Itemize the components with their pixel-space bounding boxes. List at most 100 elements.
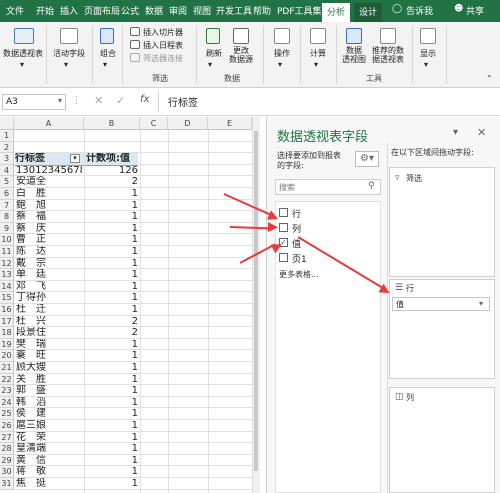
cell-b[interactable]: 1 <box>84 466 138 478</box>
share-button[interactable]: 共享 <box>466 4 484 17</box>
row-header[interactable]: 17 <box>0 315 14 328</box>
cell-b[interactable]: 1 <box>84 432 138 444</box>
field-search-input[interactable]: 搜索 ⚲ <box>275 179 381 195</box>
insert-function-button[interactable]: fx <box>140 94 149 105</box>
close-icon[interactable]: ✕ <box>477 126 486 139</box>
row-header[interactable]: 7 <box>0 199 14 212</box>
row-header[interactable]: 12 <box>0 257 14 270</box>
gear-icon[interactable]: ⚙▾ <box>355 151 379 167</box>
row-header[interactable]: 19 <box>0 338 14 351</box>
row-header[interactable]: 8 <box>0 211 14 223</box>
active-field-button[interactable]: 活动字段 <box>48 48 90 59</box>
row-header[interactable]: 28 <box>0 443 14 455</box>
pivot-table-button[interactable]: 数据透视表 <box>0 48 46 59</box>
recommended-pivot-button[interactable]: 推荐的数 据透视表 <box>368 46 408 64</box>
row-header[interactable]: 15 <box>0 292 14 304</box>
tab-page-layout[interactable]: 页面布局 <box>84 4 120 17</box>
cell-b[interactable]: 1 <box>84 211 138 223</box>
cell-a[interactable]: 段景住 <box>16 327 82 339</box>
row-header[interactable]: 11 <box>0 246 14 258</box>
enter-icon[interactable]: ✓ <box>116 94 125 107</box>
cell-b[interactable]: 1 <box>84 397 138 409</box>
cell-b[interactable]: 2 <box>84 316 138 328</box>
cell-a[interactable]: 黄 信 <box>16 455 82 467</box>
calculations-button[interactable]: 计算 <box>304 48 332 59</box>
cell-b[interactable]: 1 <box>84 200 138 212</box>
cell-b[interactable]: 2 <box>84 327 138 339</box>
tab-file[interactable]: 文件 <box>6 4 24 17</box>
cell-a[interactable]: 韩 滔 <box>16 397 82 409</box>
row-header[interactable]: 29 <box>0 454 14 467</box>
cell-b[interactable]: 1 <box>84 223 138 235</box>
row-header[interactable]: 22 <box>0 373 14 386</box>
row-header[interactable]: 30 <box>0 466 14 478</box>
field-checkbox-column[interactable] <box>279 223 288 232</box>
cell-a[interactable]: 皇清端 <box>16 443 82 455</box>
cell-a[interactable]: 单 廷 <box>16 269 82 281</box>
column-header-b[interactable]: B <box>84 117 140 130</box>
row-header[interactable]: 4 <box>0 164 14 177</box>
tab-design[interactable]: 设计 <box>354 3 383 22</box>
cell-b[interactable]: 1 <box>84 281 138 293</box>
cell-a[interactable]: 戴 宗 <box>16 258 82 270</box>
cell-a[interactable]: 侯 建 <box>16 408 82 420</box>
column-header-e[interactable]: E <box>208 117 252 130</box>
cell-a[interactable]: 蔡 庆 <box>16 223 82 235</box>
select-all-corner[interactable] <box>0 117 14 130</box>
column-header-d[interactable]: D <box>168 117 208 130</box>
change-source-button[interactable]: 更改 数据源 <box>226 46 256 64</box>
filter-dropdown-icon[interactable]: ▾ <box>70 154 80 164</box>
row-header[interactable]: 2 <box>0 141 14 154</box>
row-header[interactable]: 21 <box>0 362 14 374</box>
row-header[interactable]: 27 <box>0 431 14 444</box>
pivot-chart-button[interactable]: 数据 透视图 <box>340 46 368 64</box>
tab-formulas[interactable]: 公式 <box>121 4 139 17</box>
cell-b[interactable]: 1 <box>84 188 138 200</box>
row-header[interactable]: 16 <box>0 304 14 316</box>
row-header[interactable]: 25 <box>0 408 14 420</box>
cell-a[interactable]: 郭 盛 <box>16 385 82 397</box>
row-header[interactable]: 13 <box>0 269 14 281</box>
cell-b[interactable]: 1 <box>84 385 138 397</box>
insert-timeline-button[interactable]: 插入日程表 <box>143 40 183 51</box>
chevron-down-icon[interactable]: ▾ <box>479 299 483 308</box>
tab-review[interactable]: 审阅 <box>169 4 187 17</box>
row-header[interactable]: 5 <box>0 176 14 188</box>
cell-a[interactable]: 鲍 旭 <box>16 200 82 212</box>
cell-b[interactable]: 1 <box>84 246 138 258</box>
tab-data[interactable]: 数据 <box>145 4 163 17</box>
tab-developer[interactable]: 开发工具 <box>216 4 252 17</box>
row-header[interactable]: 9 <box>0 222 14 235</box>
actions-button[interactable]: 操作 <box>268 48 296 59</box>
more-tables-link[interactable]: 更多表格... <box>279 269 319 280</box>
cell-b[interactable]: 1 <box>84 269 138 281</box>
row-header[interactable]: 31 <box>0 478 14 490</box>
row-header[interactable]: 3 <box>0 153 14 165</box>
row-header[interactable]: 14 <box>0 280 14 293</box>
row-header[interactable]: 6 <box>0 188 14 200</box>
row-header[interactable]: 20 <box>0 350 14 362</box>
cell-a[interactable]: 关 胜 <box>16 374 82 386</box>
cell-a[interactable]: 白 胜 <box>16 188 82 200</box>
cell-b[interactable]: 1 <box>84 455 138 467</box>
cancel-icon[interactable]: ✕ <box>94 94 103 107</box>
cell-b[interactable]: 2 <box>84 176 138 188</box>
tell-me-box[interactable]: 告诉我 <box>406 4 433 17</box>
cell-a[interactable]: 安道全 <box>16 176 82 188</box>
cell-a[interactable]: 扈三娘 <box>16 420 82 432</box>
chevron-down-icon[interactable]: ▾ <box>453 127 458 138</box>
field-checkbox-row[interactable] <box>279 208 288 217</box>
row-header[interactable]: 18 <box>0 327 14 339</box>
cell-b[interactable]: 1 <box>84 339 138 351</box>
cell-a[interactable]: 蓑 旺 <box>16 350 82 362</box>
cell-a[interactable]: 蔡 福 <box>16 211 82 223</box>
cell-a[interactable]: 陈 达 <box>16 246 82 258</box>
formula-input[interactable]: 行标签 <box>168 94 198 109</box>
cell-a[interactable]: 13012345678 <box>16 165 82 177</box>
cell-b[interactable]: 1 <box>84 304 138 316</box>
cell-a[interactable]: 顾大嫂 <box>16 362 82 374</box>
cell-a[interactable]: 丁得孙 <box>16 292 82 304</box>
insert-slicer-button[interactable]: 插入切片器 <box>143 27 183 38</box>
filter-connections-button[interactable]: 筛选器连接 <box>143 53 183 64</box>
row-header[interactable]: 1 <box>0 130 14 142</box>
